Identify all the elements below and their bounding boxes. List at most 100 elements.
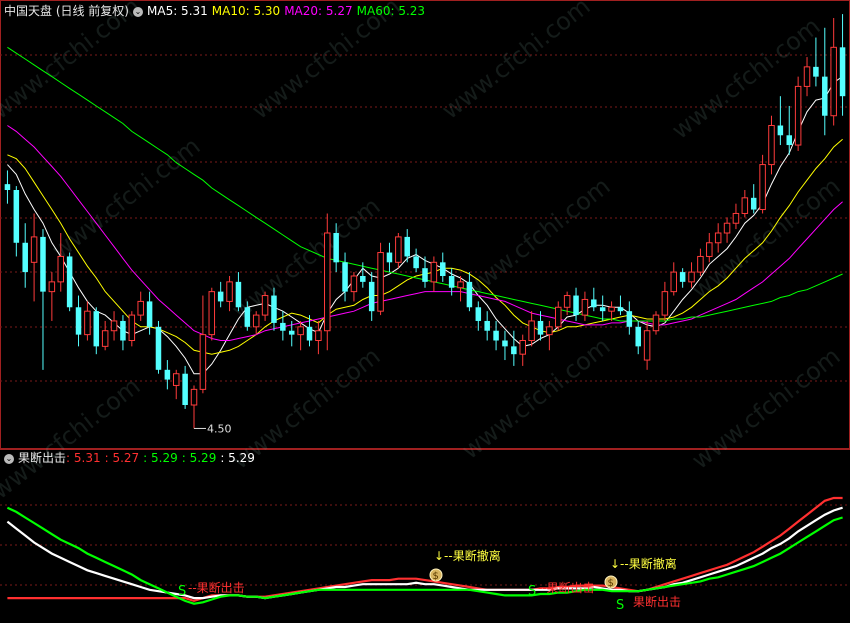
candle: [794, 76, 802, 151]
candle-body: [750, 197, 757, 210]
candle: [110, 311, 118, 341]
candle: [261, 291, 269, 321]
candle: [342, 252, 348, 302]
candle-body: [573, 295, 579, 316]
candle: [235, 272, 242, 312]
candle: [635, 320, 641, 355]
candle: [617, 295, 624, 316]
candle: [199, 295, 207, 394]
candle: [217, 281, 224, 308]
buy-signal-label: --果断出击: [188, 580, 245, 595]
candle-body: [110, 320, 118, 332]
candle: [706, 233, 713, 263]
candle-body: [679, 272, 686, 282]
buy-signal-marker: S: [178, 584, 186, 599]
candle: [581, 291, 589, 321]
candle: [413, 248, 419, 273]
candle: [626, 301, 633, 335]
candle: [822, 27, 828, 136]
candle-body: [777, 125, 784, 136]
candle-body: [484, 320, 490, 331]
money-bag-icon: $: [608, 578, 614, 589]
candle: [75, 295, 82, 347]
candle: [368, 272, 375, 321]
chevron-down-icon[interactable]: ⌄: [133, 6, 143, 17]
candle-body: [466, 281, 473, 308]
candle: [608, 301, 615, 321]
candle: [475, 301, 482, 331]
candle: [252, 311, 260, 335]
candle: [101, 320, 109, 351]
buy-signal-marker: S: [616, 598, 624, 613]
candle-body: [697, 255, 704, 273]
candle: [732, 203, 740, 230]
candle-body: [670, 271, 678, 293]
candle-body: [75, 307, 82, 335]
candle-body: [511, 346, 517, 355]
candle: [777, 96, 784, 146]
watermark-text: www.cfchi.com: [456, 172, 615, 305]
candle: [155, 320, 162, 374]
candle: [430, 256, 438, 292]
candle-body: [377, 252, 384, 312]
watermark-text: www.cfchi.com: [686, 342, 845, 475]
candle-body: [315, 330, 322, 341]
lower-panel-header: ⌄ 果断出击: 5.31: 5.27: 5.29: 5.29: 5.29: [4, 450, 259, 466]
indicator-value: : 5.27: [104, 451, 140, 465]
candle: [280, 311, 286, 341]
watermark-text: www.cfchi.com: [46, 132, 205, 265]
candle: [803, 57, 811, 97]
candle: [84, 301, 91, 341]
chevron-down-icon[interactable]: ⌄: [4, 453, 14, 464]
candle-body: [617, 307, 624, 312]
candle-body: [13, 190, 20, 243]
candle-body: [226, 281, 233, 302]
candle: [714, 223, 722, 253]
candle: [324, 213, 331, 351]
candle-body: [581, 298, 589, 316]
candle: [13, 186, 20, 257]
candle: [670, 262, 678, 296]
candle-body: [128, 314, 136, 342]
candle-body: [101, 330, 109, 347]
candle-body: [626, 311, 633, 327]
indicator-value: : 5.29: [143, 451, 178, 465]
ma20-label: MA20: 5.27: [284, 4, 353, 18]
candle-body: [48, 281, 56, 293]
candle-body: [306, 326, 313, 341]
candle-body: [40, 236, 46, 292]
candle: [697, 248, 704, 276]
candle-body: [652, 314, 660, 332]
candle-body: [271, 295, 277, 323]
candle: [377, 242, 384, 316]
candle: [723, 217, 731, 243]
chart-canvas[interactable]: www.cfchi.com www.cfchi.com www.cfchi.com w…: [0, 0, 850, 619]
watermark-text: www.cfchi.com: [0, 372, 145, 505]
indicator-line: [6, 506, 843, 605]
candle-body: [217, 291, 224, 302]
candle-body: [723, 222, 731, 234]
candle-body: [643, 330, 651, 361]
candle: [120, 315, 126, 351]
candle-body: [120, 320, 126, 341]
candle-body: [66, 256, 73, 308]
candle-body: [714, 232, 722, 244]
candle-body: [839, 47, 846, 97]
candle: [741, 190, 749, 218]
candle-body: [537, 320, 544, 335]
candle-body: [182, 373, 188, 405]
candle-body: [830, 46, 837, 117]
candle: [40, 229, 46, 370]
candle-body: [448, 276, 455, 288]
candle-body: [803, 66, 811, 87]
candle: [440, 252, 446, 282]
candle-body: [661, 291, 669, 316]
candle-body: [413, 256, 419, 269]
candle-body: [164, 369, 171, 380]
candle: [652, 311, 660, 335]
money-bag-icon: $: [433, 571, 439, 582]
candle-body: [706, 242, 713, 257]
candle: [484, 311, 490, 341]
candle-body: [430, 261, 438, 283]
candle-body: [786, 135, 793, 146]
